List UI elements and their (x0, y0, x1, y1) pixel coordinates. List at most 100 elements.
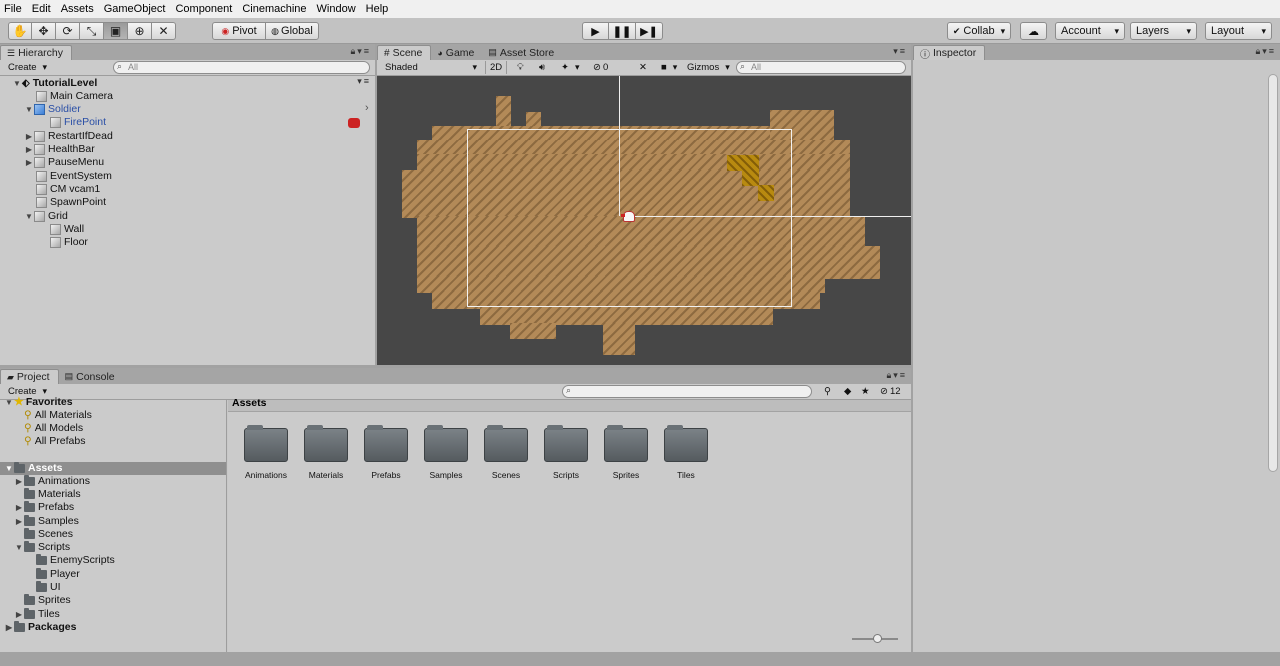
scale-tool-icon[interactable]: ⤡ (80, 22, 104, 40)
menu-assets[interactable]: Assets (56, 0, 99, 18)
tab-console[interactable]: ▤ Console (59, 369, 123, 384)
gizmos-dropdown[interactable]: Gizmos (683, 61, 734, 74)
tree-folder-tiles[interactable]: ▶ Tiles (14, 608, 60, 621)
tree-folder-prefabs[interactable]: ▶ Prefabs (14, 501, 74, 514)
account-dropdown[interactable]: Account (1055, 22, 1125, 40)
hierarchy-item-pausemenu[interactable]: ▶ PauseMenu (24, 156, 375, 169)
asset-folder-scripts[interactable]: Scripts (543, 425, 589, 480)
tree-folder-enemyscripts[interactable]: EnemyScripts (36, 554, 115, 567)
asset-folder-tiles[interactable]: Tiles (663, 425, 709, 480)
tree-folder-samples[interactable]: ▶ Samples (14, 515, 79, 528)
hierarchy-item-wall[interactable]: Wall (50, 223, 375, 236)
hierarchy-item-restartifdead[interactable]: ▶ RestartIfDead (24, 130, 375, 143)
hierarchy-item-eventsystem[interactable]: EventSystem (36, 170, 375, 183)
global-button[interactable]: ◍ Global (265, 22, 319, 40)
pause-button[interactable]: ❚❚ (609, 22, 636, 40)
asset-folder-prefabs[interactable]: Prefabs (363, 425, 409, 480)
hierarchy-item-grid[interactable]: ▼ Grid (24, 210, 375, 223)
panel-menu-icon[interactable]: 🔒︎▾≡ (886, 370, 907, 381)
cloud-button[interactable]: ☁ (1020, 22, 1047, 40)
tree-folder-sprites[interactable]: Sprites (24, 594, 71, 607)
tab-game[interactable]: ◕ Game (431, 45, 482, 60)
custom-tool-icon[interactable]: ✕ (152, 22, 176, 40)
asset-folder-scenes[interactable]: Scenes (483, 425, 529, 480)
collab-dropdown[interactable]: ✔ Collab (947, 22, 1011, 40)
filter-by-label-icon[interactable]: ◆ (840, 385, 855, 398)
menu-gameobject[interactable]: GameObject (99, 0, 171, 18)
panel-menu-icon[interactable]: 🔒︎▾≡ (1255, 46, 1276, 57)
scene-viewport[interactable] (377, 76, 911, 365)
tab-asset-store[interactable]: ▤ Asset Store (482, 45, 562, 60)
asset-folder-samples[interactable]: Samples (423, 425, 469, 480)
asset-folder-sprites[interactable]: Sprites (603, 425, 649, 480)
hierarchy-item-firepoint[interactable]: FirePoint (50, 116, 375, 129)
camera-settings-icon[interactable]: ■ (657, 61, 681, 74)
menu-cinemachine[interactable]: Cinemachine (237, 0, 311, 18)
mode-2d-toggle[interactable]: 2D (485, 61, 508, 74)
effects-dropdown-icon[interactable]: ✦ (557, 61, 584, 74)
scene-panel: # Scene ◕ Game ▤ Asset Store ▾≡ Shaded 2… (377, 44, 911, 365)
scene-search-input[interactable]: ⌕ All (736, 61, 906, 74)
scene-tools-icon[interactable]: ✕ (635, 61, 651, 74)
move-tool-icon[interactable]: ✥ (32, 22, 56, 40)
hierarchy-item-main-camera[interactable]: Main Camera (36, 90, 375, 103)
panel-menu-icon[interactable]: 🔒︎▾≡ (350, 46, 371, 57)
hand-tool-icon[interactable]: ✋ (8, 22, 32, 40)
hidden-objects-toggle[interactable]: ⊘ 0 (589, 61, 612, 74)
menu-component[interactable]: Component (170, 0, 237, 18)
collab-check-icon: ✔ (952, 25, 961, 36)
scene-root-row[interactable]: ▼ ⬖ TutorialLevel (12, 77, 375, 90)
pivot-button[interactable]: ◉ Pivot (212, 22, 266, 40)
packages-row[interactable]: ▶ Packages (4, 621, 76, 634)
audio-toggle-icon[interactable]: 🔊︎ (535, 61, 549, 74)
favorite-all-models[interactable]: ⚲ All Models (24, 422, 83, 435)
zoom-slider-thumb[interactable] (873, 634, 882, 643)
panel-menu-icon[interactable]: ▾≡ (893, 46, 907, 57)
assets-root-row[interactable]: ▼ Assets (0, 462, 226, 475)
tree-folder-player[interactable]: Player (36, 568, 80, 581)
transform-tool-icon[interactable]: ⊕ (128, 22, 152, 40)
layers-dropdown[interactable]: Layers (1130, 22, 1197, 40)
favorite-all-prefabs[interactable]: ⚲ All Prefabs (24, 435, 85, 448)
favorite-all-materials[interactable]: ⚲ All Materials (24, 409, 92, 422)
tab-hierarchy[interactable]: ☰ Hierarchy (0, 45, 73, 60)
hierarchy-search-input[interactable]: ⌕ All (113, 61, 370, 74)
hierarchy-item-cm-vcam1[interactable]: CM vcam1 (36, 183, 375, 196)
menu-file[interactable]: File (0, 0, 27, 18)
lighting-toggle-icon[interactable]: 💡︎ (513, 61, 528, 74)
rotate-tool-icon[interactable]: ⟳ (56, 22, 80, 40)
menu-help[interactable]: Help (361, 0, 394, 18)
layout-dropdown[interactable]: Layout (1205, 22, 1272, 40)
scene-menu-icon[interactable]: ▾≡ (357, 76, 371, 87)
step-button[interactable]: ▶❚ (636, 22, 663, 40)
rect-tool-icon[interactable]: ▣ (104, 22, 128, 40)
play-button[interactable]: ▶ (582, 22, 609, 40)
hierarchy-item-soldier[interactable]: ▼ Soldier (24, 103, 375, 116)
menu-edit[interactable]: Edit (27, 0, 56, 18)
tree-folder-scenes[interactable]: Scenes (24, 528, 73, 541)
tree-folder-animations[interactable]: ▶ Animations (14, 475, 90, 488)
tree-folder-scripts[interactable]: ▼ Scripts (14, 541, 70, 554)
menu-window[interactable]: Window (312, 0, 361, 18)
shading-mode-dropdown[interactable]: Shaded (381, 61, 481, 74)
favorite-star-icon[interactable]: ★ (857, 385, 874, 398)
asset-folder-materials[interactable]: Materials (303, 425, 349, 480)
breadcrumb-assets[interactable]: Assets (232, 397, 266, 409)
project-search-input[interactable]: ⌕ (562, 385, 812, 398)
asset-folder-animations[interactable]: Animations (243, 425, 289, 480)
inspector-scrollbar[interactable] (1268, 74, 1278, 472)
tree-folder-materials[interactable]: Materials (24, 488, 81, 501)
tab-project[interactable]: ▰ Project (0, 369, 59, 384)
project-tab-label: Project (16, 371, 50, 383)
tree-folder-ui[interactable]: UI (36, 581, 61, 594)
hierarchy-create-button[interactable]: Create (4, 61, 51, 74)
tab-scene[interactable]: # Scene (377, 45, 432, 60)
hierarchy-item-spawnpoint[interactable]: SpawnPoint (36, 196, 375, 209)
hierarchy-item-healthbar[interactable]: ▶ HealthBar (24, 143, 375, 156)
hidden-packages-toggle[interactable]: ⊘ 12 (876, 385, 905, 398)
filter-by-type-icon[interactable]: ⚲ (820, 385, 835, 398)
hierarchy-item-floor[interactable]: Floor (50, 236, 375, 249)
tab-inspector[interactable]: ⓘ Inspector (913, 45, 986, 61)
favorites-row[interactable]: ▼ ★ Favorites (4, 396, 73, 409)
open-prefab-arrow-icon[interactable]: › (365, 102, 369, 114)
